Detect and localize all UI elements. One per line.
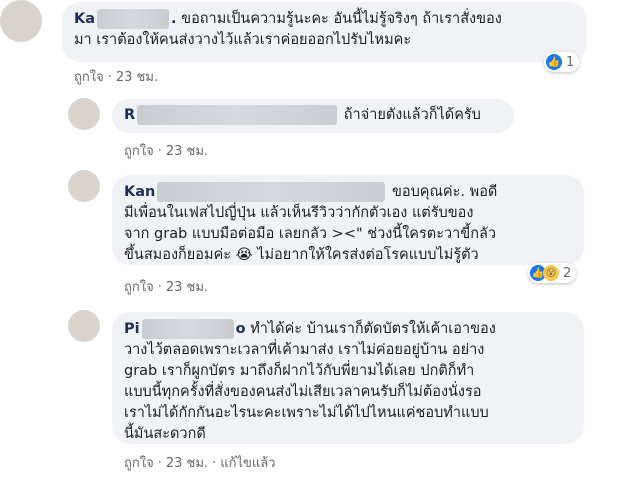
comment-actions: ถูกใจ · 23 ชม. [124,280,209,295]
comment-author[interactable]: Kan [124,184,155,200]
comment-text: ขอถามเป็นความรู้นะคะ อันนี้ไม่รู้จริงๆ ถ… [181,11,502,27]
redacted-name [137,105,338,125]
avatar[interactable] [68,310,100,342]
comment-bubble: Ka. ขอถามเป็นความรู้นะคะ อันนี้ไม่รู้จริ… [62,2,587,62]
comment-text-line: Pi o ทำได้ค่ะ บ้านเราก็ตัดบัตรให้เค้าเอาข… [124,319,496,339]
redacted-name [157,182,386,202]
redacted-name [97,9,170,29]
comment-actions: ถูกใจ · 23 ชม. [124,144,209,159]
comment-text-line: วางไว้ตลอดเพราะเวลาที่เค้ามาส่ง เราไม่ค่… [124,342,485,358]
comment-text-line: ขึ้นสมองก็ยอมค่ะ 😭 ไม่อยากให้ใครส่งต่อโร… [124,247,479,263]
comment-text-line: Ka. ขอถามเป็นความรู้นะคะ อันนี้ไม่รู้จริ… [74,9,502,29]
comment-author[interactable]: R [124,107,135,123]
avatar[interactable] [0,0,42,42]
comment-text-line: Kan ขอบคุณค่ะ. พอดี [124,182,572,203]
wow-icon: 😮 [543,265,559,281]
timestamp[interactable]: 23 ชม. [166,280,208,295]
comment-text-line: แบบนี้ทุกครั้งที่สั่งของคนส่งไม่เสียเวลา… [124,384,482,400]
timestamp[interactable]: 23 ชม. [166,456,208,471]
edited-label[interactable]: แก้ไขแล้ว [220,456,275,471]
like-button[interactable]: ถูกใจ [74,70,104,85]
reaction-summary[interactable]: 👍 1 [544,52,580,72]
like-button[interactable]: ถูกใจ [124,280,154,295]
comment-bubble: Pi o ทำได้ค่ะ บ้านเราก็ตัดบัตรให้เค้าเอาข… [112,312,584,444]
comment-text-line: จาก grab แบบมือต่อมือ เลยกลัว ><" ช่วงนี… [124,226,496,242]
timestamp[interactable]: 23 ชม. [166,144,208,159]
redacted-name [141,319,234,339]
reaction-count: 2 [563,265,572,281]
comment-text-line: เราไม่ได้กักกันอะไรนะคะเพราะไม่ได้ไปไหนแ… [124,405,489,421]
comment-author[interactable]: Pi [124,321,140,337]
comment-actions: ถูกใจ · 23 ชม. · แก้ไขแล้ว [124,456,276,471]
avatar[interactable] [68,98,100,130]
comment-text-line: มีเพื่อนในเฟสไปญี่ปุ่น แล้วเห็นรีวิวว่าก… [124,205,474,221]
comment-author[interactable]: Ka [74,11,95,27]
timestamp[interactable]: 23 ชม. [116,70,158,85]
comment-text-line: นี้มันสะดวกดี [124,426,206,442]
comment-text-line: grab เราก็ผูกบัตร มาถึงก็ฝากไว้กับพี่ยาม… [124,363,475,379]
reaction-count: 1 [566,54,575,70]
avatar[interactable] [68,170,100,202]
reaction-summary[interactable]: 👍 😮 2 [528,263,577,283]
comment-text: ขอบคุณค่ะ. พอดี [391,184,498,200]
comment-bubble: R ถ้าจ่ายตังแล้วก็ได้ครับ [112,99,514,133]
comment-text: ถ้าจ่ายตังแล้วก็ได้ครับ [343,107,481,123]
like-icon: 👍 [546,54,562,70]
like-button[interactable]: ถูกใจ [124,144,154,159]
like-button[interactable]: ถูกใจ [124,456,154,471]
comment-bubble: Kan ขอบคุณค่ะ. พอดี มีเพื่อนในเฟสไปญี่ปุ… [112,175,584,265]
comment-text: ทำได้ค่ะ บ้านเราก็ตัดบัตรให้เค้าเอาของ [250,321,496,337]
comment-text-line: มา เราต้องให้คนส่งวางไว้แล้วเราค่อยออกไป… [74,32,412,48]
comment-actions: ถูกใจ · 23 ชม. [74,70,159,85]
